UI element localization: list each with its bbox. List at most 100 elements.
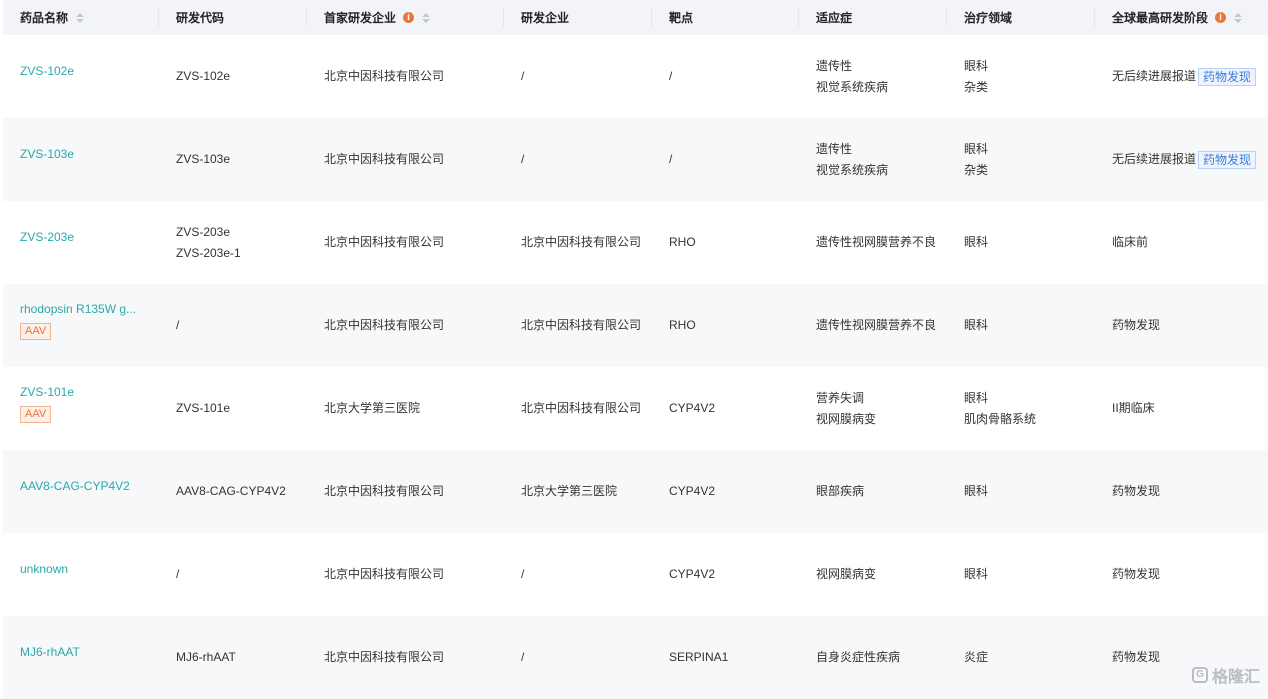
cell-therapy-area: 炎症	[947, 616, 1095, 699]
drug-name-link[interactable]: ZVS-101e	[20, 382, 145, 403]
cell-text: 北京中因科技有限公司	[324, 484, 445, 498]
info-icon[interactable]: i	[1215, 12, 1227, 23]
cell-line: 肌肉骨骼系统	[964, 411, 1037, 426]
cell-text: 北京中因科技有限公司	[324, 235, 445, 249]
stage-text: 药物发现	[1112, 650, 1161, 664]
cell-line: ZVS-203e-1	[176, 245, 241, 260]
cell-line: 遗传性视网膜营养不良	[816, 318, 937, 332]
table-row: rhodopsin R135W g... AAV / 北京中因科技有限公司 北京中因科技…	[3, 284, 1268, 367]
header-label: 研发代码	[176, 11, 225, 25]
drug-name-link[interactable]: ZVS-102e	[20, 61, 145, 82]
cell-text: /	[521, 567, 525, 581]
table-row: ZVS-101e AAV ZVS-101e 北京大学第三医院 北京中因科技有限公司 CYP…	[3, 367, 1268, 450]
cell-text: 北京中因科技有限公司	[324, 152, 445, 166]
cell-text: 北京中因科技有限公司	[324, 69, 445, 83]
cell-line: 遗传性	[816, 141, 853, 156]
cell-text: RHO	[669, 235, 696, 249]
cell-line: 视网膜病变	[816, 411, 877, 426]
cell-line: 眼科	[964, 235, 989, 249]
cell-companies: /	[504, 35, 652, 118]
stage-tag: 药物发现	[1198, 67, 1257, 86]
sort-icon[interactable]	[1234, 12, 1243, 23]
cell-text: /	[521, 152, 525, 166]
cell-line: 营养失调	[816, 390, 865, 405]
cell-line: 遗传性	[816, 58, 853, 73]
stage-line: 临床前	[1112, 232, 1268, 253]
watermark-text: 格隆汇	[1211, 669, 1260, 686]
cell-line: 自身炎症性疾病	[816, 650, 901, 664]
cell-companies: 北京中因科技有限公司	[504, 367, 652, 450]
header-dev-code: 研发代码	[159, 0, 307, 35]
cell-highest-stage: 临床前	[1095, 201, 1268, 284]
drug-name-link[interactable]: ZVS-103e	[20, 144, 145, 165]
drug-name-link[interactable]: AAV8-CAG-CYP4V2	[20, 476, 145, 497]
drug-pipeline-table: 药品名称 研发代码 首家研发企业 i 研发企业 靶点 适应症 治疗领域 全球最高研发阶段 i ZV…	[3, 0, 1268, 699]
stage-line: 无后续进展报道 药物发现	[1112, 149, 1268, 170]
watermark: G 格隆汇	[1191, 663, 1260, 687]
stage-line: 无后续进展报道 药物发现	[1112, 66, 1268, 87]
header-label: 药品名称	[20, 11, 69, 25]
table-row: unknown / 北京中因科技有限公司 / CYP4V2 视网膜病变 眼科 药物发现	[3, 533, 1268, 616]
cell-first-company: 北京中因科技有限公司	[307, 201, 504, 284]
cell-first-company: 北京大学第三医院	[307, 367, 504, 450]
cell-line: 炎症	[964, 650, 989, 664]
cell-drug-name: ZVS-103e	[3, 118, 159, 201]
stage-line: II期临床	[1112, 398, 1268, 419]
cell-indication: 遗传性 视觉系统疾病	[799, 35, 947, 118]
cell-line: /	[176, 318, 180, 332]
table-row: ZVS-102e ZVS-102e 北京中因科技有限公司 / / 遗传性 视觉系统疾病 眼科杂…	[3, 35, 1268, 118]
drug-name-link[interactable]: MJ6-rhAAT	[20, 642, 145, 663]
cell-dev-code: MJ6-rhAAT	[159, 616, 307, 699]
drug-name-link[interactable]: rhodopsin R135W g...	[20, 299, 145, 320]
cell-target: /	[652, 35, 799, 118]
table-row: ZVS-103e ZVS-103e 北京中因科技有限公司 / / 遗传性 视觉系统疾病 眼科杂…	[3, 118, 1268, 201]
header-highest-stage[interactable]: 全球最高研发阶段 i	[1095, 0, 1268, 35]
cell-highest-stage: II期临床	[1095, 367, 1268, 450]
cell-target: RHO	[652, 201, 799, 284]
header-drug-name[interactable]: 药品名称	[3, 0, 159, 35]
header-indication: 适应症	[799, 0, 947, 35]
cell-indication: 眼部疾病	[799, 450, 947, 533]
cell-line: 视网膜病变	[816, 567, 877, 581]
stage-line: 药物发现	[1112, 564, 1268, 585]
info-icon[interactable]: i	[403, 12, 415, 23]
cell-text: 北京中因科技有限公司	[324, 318, 445, 332]
sort-icon[interactable]	[76, 12, 85, 23]
cell-indication: 遗传性视网膜营养不良	[799, 284, 947, 367]
cell-drug-name: ZVS-102e	[3, 35, 159, 118]
cell-text: 北京中因科技有限公司	[324, 650, 445, 664]
cell-drug-name: AAV8-CAG-CYP4V2	[3, 450, 159, 533]
table-row: ZVS-203e ZVS-203e ZVS-203e-1 北京中因科技有限公司 北京中因…	[3, 201, 1268, 284]
header-label: 研发企业	[521, 11, 570, 25]
cell-indication: 视网膜病变	[799, 533, 947, 616]
cell-companies: 北京大学第三医院	[504, 450, 652, 533]
stage-line: 药物发现	[1112, 481, 1268, 502]
header-first-company[interactable]: 首家研发企业 i	[307, 0, 504, 35]
cell-first-company: 北京中因科技有限公司	[307, 533, 504, 616]
cell-dev-code: ZVS-102e	[159, 35, 307, 118]
sort-icon[interactable]	[422, 12, 431, 23]
cell-line: 眼科	[964, 58, 989, 73]
drug-name-link[interactable]: unknown	[20, 559, 145, 580]
cell-text: /	[669, 152, 673, 166]
cell-target: CYP4V2	[652, 450, 799, 533]
cell-first-company: 北京中因科技有限公司	[307, 284, 504, 367]
cell-target: SERPINA1	[652, 616, 799, 699]
cell-dev-code: /	[159, 533, 307, 616]
cell-dev-code: AAV8-CAG-CYP4V2	[159, 450, 307, 533]
cell-dev-code: ZVS-103e	[159, 118, 307, 201]
cell-line: MJ6-rhAAT	[176, 650, 236, 664]
stage-text: 药物发现	[1112, 567, 1161, 581]
stage-tag: 药物发现	[1198, 150, 1257, 169]
cell-drug-name: ZVS-203e	[3, 201, 159, 284]
cell-first-company: 北京中因科技有限公司	[307, 450, 504, 533]
cell-text: 北京大学第三医院	[324, 401, 421, 415]
cell-target: CYP4V2	[652, 367, 799, 450]
drug-name-link[interactable]: ZVS-203e	[20, 227, 145, 248]
cell-line: 遗传性视网膜营养不良	[816, 235, 937, 249]
cell-text: CYP4V2	[669, 401, 716, 415]
cell-text: /	[521, 650, 525, 664]
cell-line: ZVS-103e	[176, 152, 231, 166]
stage-text: 临床前	[1112, 235, 1149, 249]
table-row: AAV8-CAG-CYP4V2 AAV8-CAG-CYP4V2 北京中因科技有限公司…	[3, 450, 1268, 533]
